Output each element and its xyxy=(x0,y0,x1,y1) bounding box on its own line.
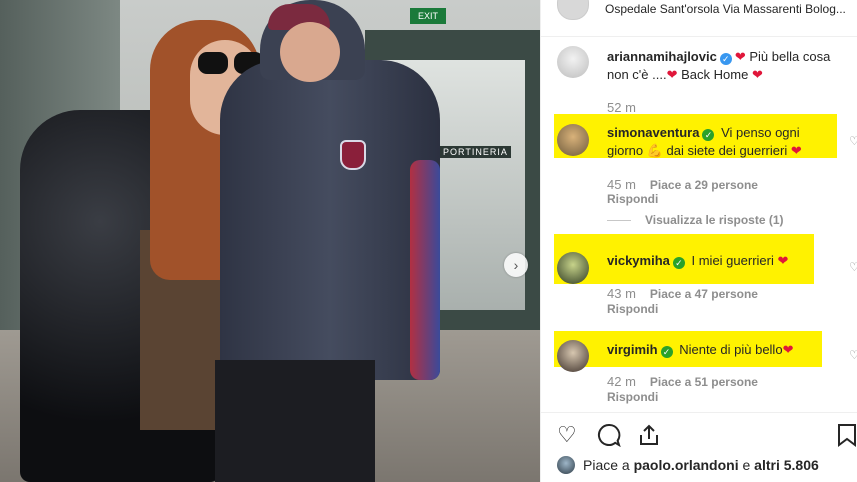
share-icon[interactable] xyxy=(637,423,661,452)
verified-icon: ✓ xyxy=(719,53,732,65)
likes-count[interactable]: Piace a 47 persone xyxy=(650,287,758,301)
like-icon[interactable]: ♡ xyxy=(849,134,857,148)
liked-by-others[interactable]: altri 5.806 xyxy=(754,457,819,473)
caption-user[interactable]: ariannamihajlovic xyxy=(607,49,717,64)
view-replies-button[interactable]: Visualizza le risposte (1) xyxy=(607,213,784,227)
caption-meta: 52 m xyxy=(607,100,650,115)
reply-button[interactable]: Rispondi xyxy=(607,390,658,404)
comment-icon[interactable] xyxy=(597,423,621,452)
comment-meta: 45 m Piace a 29 persone xyxy=(607,177,758,192)
caption-text-2: non c'è .... xyxy=(607,67,667,82)
timestamp[interactable]: 52 m xyxy=(607,100,636,115)
man-face xyxy=(280,22,340,82)
exit-sign: EXIT xyxy=(410,8,446,24)
liked-by: Piace a paolo.orlandoni e altri 5.806 xyxy=(557,456,819,474)
like-icon[interactable]: ♡ xyxy=(557,423,577,447)
comment-text: simonaventura ✓ Vi penso ogni giorno 💪 da… xyxy=(607,124,837,160)
like-icon[interactable]: ♡ xyxy=(849,348,857,362)
verified-icon: ✓ xyxy=(672,257,685,269)
comment-user[interactable]: vickymiha xyxy=(607,253,670,268)
action-bar: ♡ xyxy=(541,412,857,449)
reply-line xyxy=(607,220,631,222)
heart-icon: ❤ xyxy=(790,143,802,158)
comments-panel: Ospedale Sant'orsola Via Massarenti Bolo… xyxy=(540,0,857,482)
caption-text-3: Back Home xyxy=(681,67,749,82)
reply-button[interactable]: Rispondi xyxy=(607,192,658,206)
heart-icon: ❤ xyxy=(751,67,763,82)
header-divider xyxy=(541,36,857,37)
avatar[interactable] xyxy=(557,340,589,372)
verified-icon: ✓ xyxy=(660,346,673,358)
reply-button[interactable]: Rispondi xyxy=(607,302,658,316)
timestamp[interactable]: 42 m xyxy=(607,374,636,389)
timestamp[interactable]: 43 m xyxy=(607,286,636,301)
likes-count[interactable]: Piace a 51 persone xyxy=(650,375,758,389)
heart-icon: ❤ xyxy=(777,253,789,268)
club-badge-icon xyxy=(340,140,366,170)
comment-meta: 43 m Piace a 47 persone xyxy=(607,286,758,301)
avatar[interactable] xyxy=(557,0,589,20)
jacket-stripe xyxy=(410,160,440,380)
avatar[interactable] xyxy=(557,456,575,474)
caption-text: ariannamihajlovic ✓ ❤ Più bella cosa non c… xyxy=(607,48,847,84)
timestamp[interactable]: 45 m xyxy=(607,177,636,192)
comment-user[interactable]: virgimih xyxy=(607,342,658,357)
likes-count[interactable]: Piace a 29 persone xyxy=(650,178,758,192)
heart-icon: ❤ xyxy=(666,67,678,82)
view-replies-label: Visualizza le risposte (1) xyxy=(645,213,784,227)
chevron-right-icon[interactable]: › xyxy=(504,253,528,277)
avatar[interactable] xyxy=(557,46,589,78)
avatar[interactable] xyxy=(557,252,589,284)
heart-icon: ❤ xyxy=(734,49,746,64)
liked-by-user[interactable]: paolo.orlandoni xyxy=(634,457,739,473)
comment-user[interactable]: simonaventura xyxy=(607,125,699,140)
post-header: Ospedale Sant'orsola Via Massarenti Bolo… xyxy=(541,0,857,20)
man-jacket xyxy=(220,60,440,380)
location-link[interactable]: Ospedale Sant'orsola Via Massarenti Bolo… xyxy=(605,2,846,16)
comment-meta: 42 m Piace a 51 persone xyxy=(607,374,758,389)
comment-text-1: I miei guerrieri xyxy=(691,253,774,268)
liked-by-prefix: Piace a xyxy=(583,457,630,473)
comment-text-1: Vi penso ogni xyxy=(721,125,800,140)
comment-text: virgimih ✓ Niente di più bello❤ xyxy=(607,341,837,359)
man-pants xyxy=(215,360,375,482)
more-icon[interactable]: ••• xyxy=(841,0,857,8)
comment-text: vickymiha ✓ I miei guerrieri ❤ xyxy=(607,252,837,270)
caption-text-1: Più bella cosa xyxy=(749,49,831,64)
post-photo[interactable]: EXIT PORTINERIA › xyxy=(0,0,540,482)
heart-icon: ❤ xyxy=(782,342,794,357)
liked-by-middle: e xyxy=(742,457,751,473)
like-icon[interactable]: ♡ xyxy=(849,260,857,274)
comment-text-2: giorno 💪 dai siete dei guerrieri xyxy=(607,143,788,158)
comment-text-1: Niente di più bello xyxy=(679,342,783,357)
bookmark-icon[interactable] xyxy=(837,423,857,452)
avatar[interactable] xyxy=(557,124,589,156)
verified-icon: ✓ xyxy=(702,129,715,141)
portineria-sign: PORTINERIA xyxy=(440,146,511,158)
